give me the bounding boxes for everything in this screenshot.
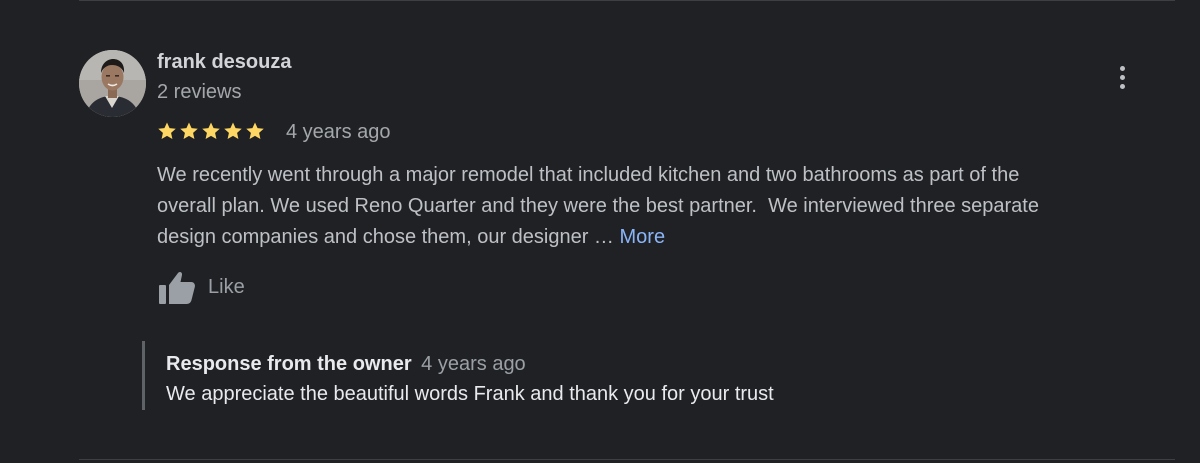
avatar[interactable] — [79, 50, 146, 117]
review-text-line-content: design companies and chose them, our des… — [157, 226, 620, 248]
owner-response: Response from the owner 4 years ago We a… — [142, 341, 905, 410]
owner-response-time: 4 years ago — [421, 353, 526, 375]
owner-response-title: Response from the owner — [166, 353, 412, 375]
like-label: Like — [208, 275, 245, 298]
review-time: 4 years ago — [286, 121, 391, 143]
divider — [79, 459, 1175, 460]
owner-response-text: We appreciate the beautiful words Frank … — [166, 383, 774, 405]
star-icon — [180, 122, 198, 139]
star-icon — [246, 122, 264, 139]
star-icon — [224, 122, 242, 139]
more-vert-icon — [1119, 65, 1125, 71]
star-rating — [157, 119, 265, 143]
review-card: frank desouza 2 reviews 4 years ago We r… — [0, 0, 1200, 463]
review-text-line: design companies and chose them, our des… — [157, 222, 1147, 253]
more-vert-icon-dot — [1119, 74, 1125, 80]
star-icon — [158, 122, 176, 139]
thumb-up-icon — [159, 271, 195, 304]
review-text: We recently went through a major remodel… — [157, 160, 1147, 253]
review-text-line: We recently went through a major remodel… — [157, 164, 1020, 186]
more-link[interactable]: More — [620, 226, 666, 248]
more-options-button[interactable] — [1111, 62, 1133, 92]
star-icon — [202, 122, 220, 139]
review-text-line: overall plan. We used Reno Quarter and t… — [157, 195, 1039, 217]
review-count[interactable]: 2 reviews — [157, 81, 241, 104]
owner-response-header: Response from the owner 4 years ago — [166, 353, 526, 376]
like-button[interactable]: Like — [157, 268, 245, 306]
reviewer-name[interactable]: frank desouza — [157, 51, 291, 74]
more-vert-icon-dot — [1119, 83, 1125, 89]
avatar-photo — [79, 50, 146, 117]
divider — [79, 0, 1175, 1]
